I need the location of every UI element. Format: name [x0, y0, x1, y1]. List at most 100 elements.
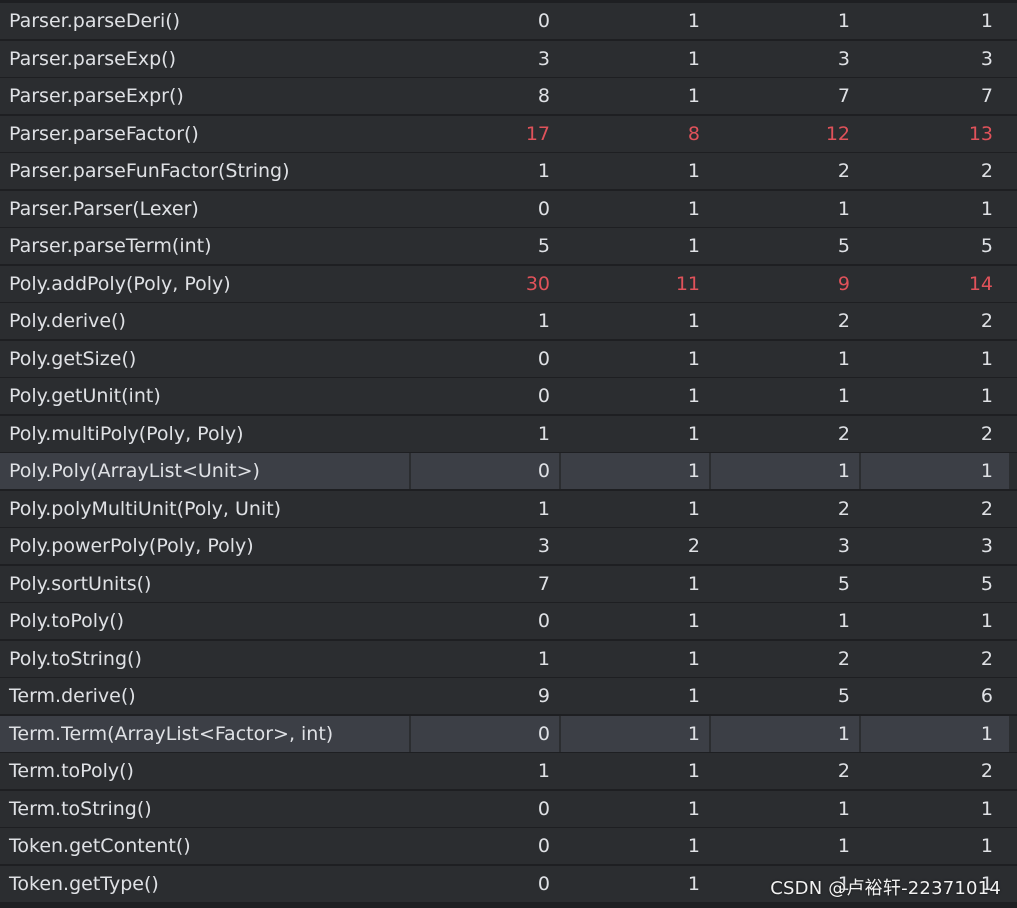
- metric-value-cell: 13: [861, 115, 1009, 152]
- metric-value-cell: 1: [561, 678, 709, 714]
- metric-value-cell: 1: [561, 40, 709, 77]
- metric-value-cell: 2: [561, 528, 709, 564]
- table-row[interactable]: Poly.getSize() 0 1 1 1: [0, 340, 1017, 377]
- table-row[interactable]: Parser.parseFactor() 17 8 12 13: [0, 115, 1017, 152]
- metric-value-cell: 3: [411, 40, 559, 77]
- metric-value-cell: 1: [861, 3, 1009, 39]
- metric-value-cell: 0: [411, 340, 559, 377]
- method-name-cell: Parser.parseFunFactor(String): [0, 153, 409, 189]
- metric-value-cell: 8: [411, 78, 559, 114]
- metric-value-cell: 1: [861, 340, 1009, 377]
- table-row[interactable]: Poly.getUnit(int) 0 1 1 1: [0, 378, 1017, 414]
- metric-value-cell: 1: [861, 378, 1009, 414]
- metric-value-cell: 1: [711, 790, 859, 827]
- metric-value-cell: 5: [711, 565, 859, 602]
- table-row[interactable]: Poly.addPoly(Poly, Poly) 30 11 9 14: [0, 265, 1017, 302]
- metric-value-cell: 1: [561, 228, 709, 264]
- metric-value-cell: 5: [711, 678, 859, 714]
- table-row[interactable]: Parser.parseTerm(int) 5 1 5 5: [0, 228, 1017, 264]
- watermark: CSDN @卢裕轩-22371014: [770, 878, 1001, 899]
- table-row[interactable]: Term.toString() 0 1 1 1: [0, 790, 1017, 827]
- metric-value-cell: 3: [861, 528, 1009, 564]
- table-row[interactable]: Token.getContent() 0 1 1 1: [0, 828, 1017, 864]
- metric-value-cell: 1: [561, 378, 709, 414]
- method-name-cell: Term.derive(): [0, 678, 409, 714]
- table-row[interactable]: Poly.polyMultiUnit(Poly, Unit) 1 1 2 2: [0, 490, 1017, 527]
- table-row[interactable]: Term.toPoly() 1 1 2 2: [0, 753, 1017, 789]
- method-name-cell: Poly.getSize(): [0, 340, 409, 377]
- method-name-cell: Poly.polyMultiUnit(Poly, Unit): [0, 490, 409, 527]
- metric-value-cell: 1: [861, 790, 1009, 827]
- table-row[interactable]: Poly.powerPoly(Poly, Poly) 3 2 3 3: [0, 528, 1017, 564]
- metric-value-cell: 17: [411, 115, 559, 152]
- table-row[interactable]: Poly.toString() 1 1 2 2: [0, 640, 1017, 677]
- metric-value-cell: 1: [561, 190, 709, 227]
- metric-value-cell: 1: [561, 303, 709, 339]
- metric-value-cell: 2: [861, 153, 1009, 189]
- method-name-cell: Term.toString(): [0, 790, 409, 827]
- metric-value-cell: 7: [861, 78, 1009, 114]
- metric-value-cell: 1: [711, 715, 859, 752]
- table-body: Parser.parseDeri() 0 1 1 1 Parser.parseExp() 3…: [0, 3, 1017, 902]
- metric-value-cell: 2: [861, 490, 1009, 527]
- metric-value-cell: 2: [711, 153, 859, 189]
- metric-value-cell: 14: [861, 265, 1009, 302]
- method-name-cell: Parser.Parser(Lexer): [0, 190, 409, 227]
- method-name-cell: Term.Term(ArrayList<Factor>, int): [0, 715, 409, 752]
- metric-value-cell: 0: [411, 865, 559, 902]
- table-row[interactable]: Poly.multiPoly(Poly, Poly) 1 1 2 2: [0, 415, 1017, 452]
- method-name-cell: Poly.powerPoly(Poly, Poly): [0, 528, 409, 564]
- metric-value-cell: 0: [411, 790, 559, 827]
- metric-value-cell: 30: [411, 265, 559, 302]
- metric-value-cell: 1: [561, 78, 709, 114]
- metric-value-cell: 1: [411, 153, 559, 189]
- metric-value-cell: 1: [561, 453, 709, 489]
- table-row[interactable]: Parser.Parser(Lexer) 0 1 1 1: [0, 190, 1017, 227]
- table-row[interactable]: Parser.parseDeri() 0 1 1 1: [0, 3, 1017, 39]
- method-name-cell: Poly.multiPoly(Poly, Poly): [0, 415, 409, 452]
- metric-value-cell: 2: [711, 490, 859, 527]
- metric-value-cell: 2: [711, 640, 859, 677]
- metric-value-cell: 6: [861, 678, 1009, 714]
- metric-value-cell: 1: [561, 715, 709, 752]
- metric-value-cell: 1: [861, 603, 1009, 639]
- table-row[interactable]: Parser.parseExpr() 8 1 7 7: [0, 78, 1017, 114]
- metric-value-cell: 1: [561, 153, 709, 189]
- table-row[interactable]: Parser.parseExp() 3 1 3 3: [0, 40, 1017, 77]
- table-row[interactable]: Poly.sortUnits() 7 1 5 5: [0, 565, 1017, 602]
- metric-value-cell: 1: [861, 190, 1009, 227]
- metric-value-cell: 3: [861, 40, 1009, 77]
- metric-value-cell: 1: [861, 453, 1009, 489]
- metric-value-cell: 0: [411, 453, 559, 489]
- table-row[interactable]: Poly.derive() 1 1 2 2: [0, 303, 1017, 339]
- metric-value-cell: 2: [711, 753, 859, 789]
- metric-value-cell: 7: [411, 565, 559, 602]
- metric-value-cell: 3: [711, 528, 859, 564]
- table-row[interactable]: Poly.Poly(ArrayList<Unit>) 0 1 1 1: [0, 453, 1017, 489]
- metric-value-cell: 12: [711, 115, 859, 152]
- table-row[interactable]: Term.derive() 9 1 5 6: [0, 678, 1017, 714]
- metric-value-cell: 0: [411, 3, 559, 39]
- metric-value-cell: 11: [561, 265, 709, 302]
- metric-value-cell: 5: [711, 228, 859, 264]
- method-name-cell: Parser.parseFactor(): [0, 115, 409, 152]
- metric-value-cell: 1: [711, 3, 859, 39]
- method-name-cell: Poly.derive(): [0, 303, 409, 339]
- method-name-cell: Token.getContent(): [0, 828, 409, 864]
- method-name-cell: Poly.sortUnits(): [0, 565, 409, 602]
- metric-value-cell: 1: [711, 603, 859, 639]
- metric-value-cell: 1: [561, 415, 709, 452]
- metric-value-cell: 1: [861, 715, 1009, 752]
- metric-value-cell: 3: [411, 528, 559, 564]
- metric-value-cell: 2: [861, 303, 1009, 339]
- metric-value-cell: 0: [411, 378, 559, 414]
- metric-value-cell: 7: [711, 78, 859, 114]
- table-row[interactable]: Poly.toPoly() 0 1 1 1: [0, 603, 1017, 639]
- table-row[interactable]: Term.Term(ArrayList<Factor>, int) 0 1 1 1: [0, 715, 1017, 752]
- metric-value-cell: 2: [861, 640, 1009, 677]
- method-name-cell: Poly.Poly(ArrayList<Unit>): [0, 453, 409, 489]
- table-row[interactable]: Parser.parseFunFactor(String) 1 1 2 2: [0, 153, 1017, 189]
- method-name-cell: Parser.parseDeri(): [0, 3, 409, 39]
- method-name-cell: Parser.parseExp(): [0, 40, 409, 77]
- metric-value-cell: 2: [861, 753, 1009, 789]
